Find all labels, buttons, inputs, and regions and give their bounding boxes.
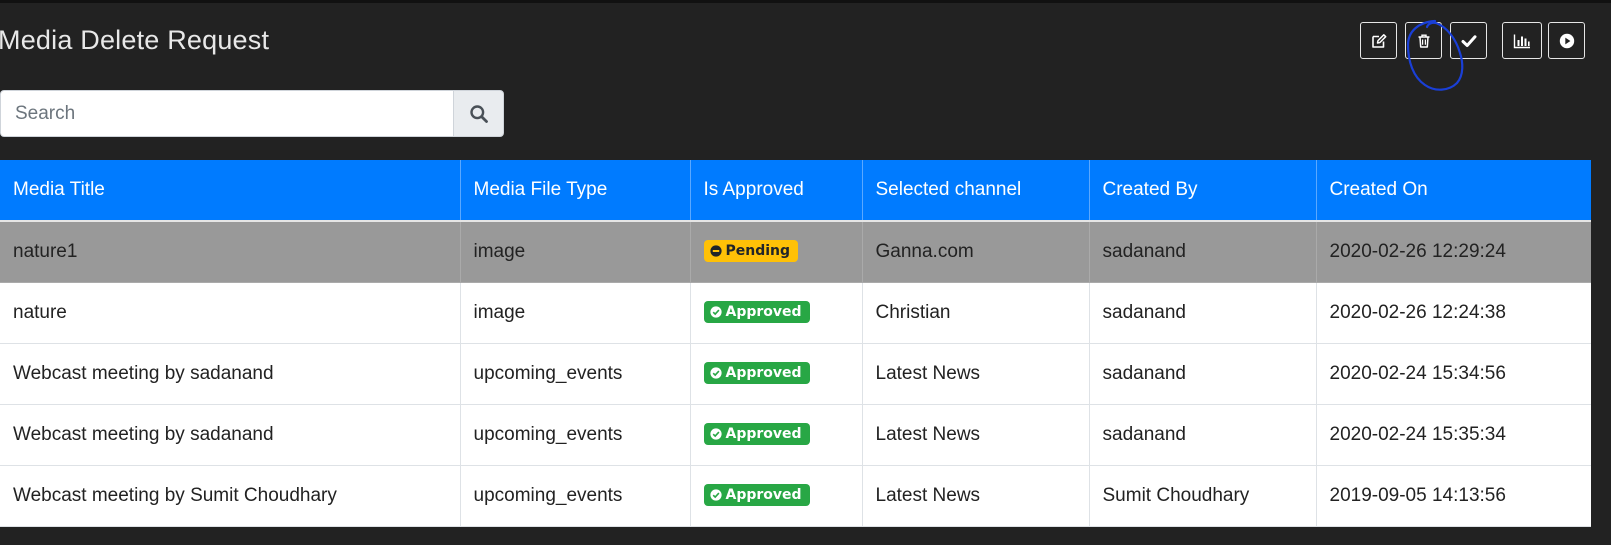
status-badge: Approved	[703, 362, 810, 384]
cell-created-by: sadanand	[1089, 282, 1317, 344]
status-badge-label: Approved	[725, 365, 802, 381]
cell-media-file-type: upcoming_events	[460, 404, 691, 466]
cell-created-on: 2019-09-05 14:13:56	[1316, 465, 1591, 527]
cell-media-file-type: upcoming_events	[460, 343, 691, 405]
cell-selected-channel: Ganna.com	[862, 221, 1090, 283]
cell-media-title: nature1	[0, 221, 461, 283]
approve-button[interactable]	[1450, 22, 1487, 59]
column-header-selected-channel[interactable]: Selected channel	[862, 160, 1090, 222]
cell-media-title: nature	[0, 282, 461, 344]
table-row[interactable]: Webcast meeting by Sumit Choudhary upcom…	[0, 465, 1591, 527]
edit-button[interactable]	[1360, 22, 1397, 59]
search-group	[0, 90, 504, 137]
cell-created-on: 2020-02-26 12:29:24	[1316, 221, 1591, 283]
status-badge-label: Approved	[725, 304, 802, 320]
cell-selected-channel: Latest News	[862, 404, 1090, 466]
stats-button[interactable]	[1502, 22, 1542, 59]
cell-selected-channel: Latest News	[862, 343, 1090, 405]
check-circle-icon	[709, 367, 722, 379]
cell-media-title: Webcast meeting by Sumit Choudhary	[0, 465, 461, 527]
check-icon	[1461, 34, 1476, 47]
search-input[interactable]	[0, 90, 453, 137]
cell-is-approved: Pending	[690, 221, 863, 283]
media-table: Media Title Media File Type Is Approved …	[0, 160, 1591, 527]
page-title: Media Delete Request	[0, 25, 270, 55]
cell-selected-channel: Latest News	[862, 465, 1090, 527]
cell-media-file-type: image	[460, 221, 691, 283]
cell-media-file-type: upcoming_events	[460, 465, 691, 527]
check-circle-icon	[709, 428, 722, 440]
minus-circle-icon	[709, 245, 722, 257]
column-header-media-file-type[interactable]: Media File Type	[460, 160, 691, 222]
search-icon	[469, 104, 488, 123]
table-row[interactable]: nature1 image Pending Ganna.com sadanand	[0, 221, 1591, 283]
cell-is-approved: Approved	[690, 343, 863, 405]
table-row[interactable]: Webcast meeting by sadanand upcoming_eve…	[0, 343, 1591, 405]
cell-is-approved: Approved	[690, 282, 863, 344]
cell-is-approved: Approved	[690, 465, 863, 527]
status-badge-label: Pending	[725, 243, 791, 260]
search-button[interactable]	[453, 90, 504, 137]
status-badge: Approved	[703, 423, 810, 445]
table-row[interactable]: nature image Approved Christian sadanand	[0, 282, 1591, 344]
status-badge: Pending	[703, 240, 799, 263]
cell-created-by: Sumit Choudhary	[1089, 465, 1317, 527]
media-delete-request-page: Media Delete Request Search Media Title …	[0, 0, 1611, 545]
bar-chart-icon	[1513, 34, 1530, 48]
status-badge: Approved	[703, 301, 810, 323]
play-button[interactable]	[1548, 22, 1585, 59]
column-header-created-on[interactable]: Created On	[1316, 160, 1591, 222]
status-badge-label: Approved	[725, 487, 802, 503]
cell-media-title: Webcast meeting by sadanand	[0, 404, 461, 466]
table-row[interactable]: Webcast meeting by sadanand upcoming_eve…	[0, 404, 1591, 466]
cell-media-title: Webcast meeting by sadanand	[0, 343, 461, 405]
play-circle-icon	[1559, 33, 1574, 48]
cell-created-on: 2020-02-24 15:35:34	[1316, 404, 1591, 466]
cell-created-on: 2020-02-26 12:24:38	[1316, 282, 1591, 344]
cell-created-by: sadanand	[1089, 221, 1317, 283]
cell-media-file-type: image	[460, 282, 691, 344]
check-circle-icon	[709, 306, 722, 318]
status-badge-label: Approved	[725, 426, 802, 442]
column-header-is-approved[interactable]: Is Approved	[690, 160, 863, 222]
cell-selected-channel: Christian	[862, 282, 1090, 344]
cell-created-by: sadanand	[1089, 343, 1317, 405]
edit-icon	[1371, 33, 1386, 48]
column-header-media-title[interactable]: Media Title	[0, 160, 461, 222]
cell-created-on: 2020-02-24 15:34:56	[1316, 343, 1591, 405]
column-header-created-by[interactable]: Created By	[1089, 160, 1317, 222]
cell-is-approved: Approved	[690, 404, 863, 466]
check-circle-icon	[709, 489, 722, 501]
delete-button[interactable]	[1405, 22, 1442, 59]
cell-created-by: sadanand	[1089, 404, 1317, 466]
trash-icon	[1418, 34, 1429, 48]
status-badge: Approved	[703, 484, 810, 506]
table-header-row: Media Title Media File Type Is Approved …	[0, 160, 1591, 222]
media-table-container: Media Title Media File Type Is Approved …	[0, 160, 1591, 527]
